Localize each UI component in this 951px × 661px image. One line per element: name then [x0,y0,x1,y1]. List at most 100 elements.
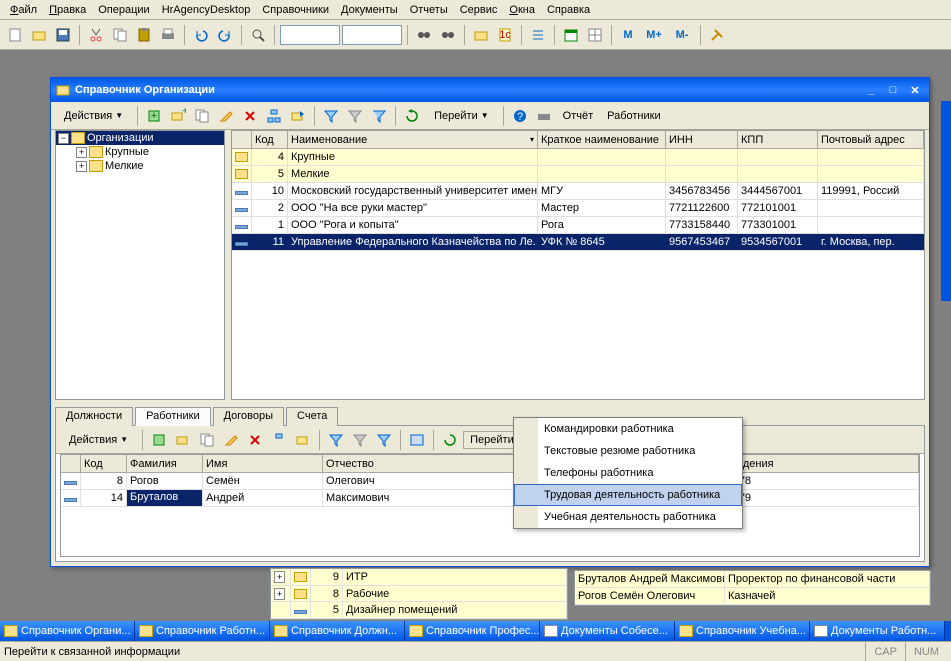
task-interview[interactable]: Документы Собесе... [540,621,675,641]
menu-work-activity[interactable]: Трудовая деятельность работника [514,484,742,506]
sub-filter-icon[interactable] [325,429,347,451]
combo-1[interactable] [280,25,340,45]
main-menu[interactable]: ФФайлайл Правка Операции HrAgencyDesktop… [0,0,951,20]
m-button[interactable]: M [617,24,639,46]
table-row[interactable]: 10Московский государственный университет… [232,183,924,200]
goto-context-menu[interactable]: Командировки работника Текстовые резюме … [513,417,743,529]
print-icon[interactable] [157,24,179,46]
delete-icon[interactable] [239,105,261,127]
menu-phones[interactable]: Телефоны работника [514,462,742,484]
task-pos[interactable]: Справочник Должн... [270,621,405,641]
employees-grid[interactable]: Код Фамилия Имя Отчество Дата рождения 8… [60,454,920,557]
col-addr[interactable]: Почтовый адрес [818,131,924,148]
employees-label[interactable]: Работники [601,110,666,122]
move-icon[interactable] [287,105,309,127]
help-icon[interactable]: ? [509,105,531,127]
maximize-button[interactable]: □ [883,82,903,98]
folder-tree-icon[interactable] [470,24,492,46]
menu-reports[interactable]: Отчеты [404,2,454,18]
calc-icon[interactable]: 1c [494,24,516,46]
sub-hierarchy-icon[interactable] [268,429,290,451]
col-fname[interactable]: Имя [203,455,323,472]
menu-resumes[interactable]: Текстовые резюме работника [514,440,742,462]
sub-filter-off-icon[interactable] [349,429,371,451]
list-icon[interactable] [527,24,549,46]
tree-big[interactable]: + Крупные [56,145,224,159]
collapse-icon[interactable]: − [58,133,69,144]
menu-trips[interactable]: Командировки работника [514,418,742,440]
hierarchy-icon[interactable] [263,105,285,127]
minimize-button[interactable]: _ [861,82,881,98]
sub-copy-icon[interactable] [196,429,218,451]
grid-icon[interactable] [584,24,606,46]
actions-button[interactable]: Действия▼ [55,107,132,125]
tree-small[interactable]: + Мелкие [56,159,224,173]
menu-edit[interactable]: Правка [43,2,92,18]
sub-select-icon[interactable] [406,429,428,451]
col-inn[interactable]: ИНН [666,131,738,148]
sub-add-group-icon[interactable] [172,429,194,451]
filter-by-icon[interactable] [368,105,390,127]
m-minus-button[interactable]: M- [669,24,695,46]
expand-icon[interactable]: + [274,571,285,583]
add-icon[interactable]: + [143,105,165,127]
table-row[interactable]: 2ООО "На все руки мастер"Мастер772112260… [232,200,924,217]
menu-ops[interactable]: Операции [92,2,155,18]
window-titlebar[interactable]: Справочник Организации _ □ ✕ [51,78,929,102]
expand-icon[interactable]: + [274,588,285,600]
menu-windows[interactable]: Окна [503,2,541,18]
menu-education[interactable]: Учебная деятельность работника [514,506,742,528]
org-grid[interactable]: Код Наименование▾ Краткое наименование И… [231,130,925,400]
col-lname[interactable]: Фамилия [127,455,203,472]
tab-contracts[interactable]: Договоры [213,407,284,426]
sub-filter-by-icon[interactable] [373,429,395,451]
close-button[interactable]: ✕ [905,82,925,98]
calendar-icon[interactable] [560,24,582,46]
table-row[interactable]: 11Управление Федерального Казначейства п… [232,234,924,251]
table-row[interactable]: 8РоговСемёнОлегович10.06.1978 [61,473,919,490]
filter-off-icon[interactable] [344,105,366,127]
refresh-icon[interactable] [401,105,423,127]
menu-docs[interactable]: Документы [335,2,404,18]
goto-button[interactable]: Перейти▼ [425,107,498,125]
expand-icon[interactable]: + [76,147,87,158]
m-plus-button[interactable]: M+ [641,24,667,46]
binoculars-icon[interactable] [413,24,435,46]
find-icon[interactable] [247,24,269,46]
menu-help[interactable]: Справка [541,2,596,18]
task-emp[interactable]: Справочник Работн... [135,621,270,641]
report-label[interactable]: Отчёт [557,110,599,122]
menu-service[interactable]: Сервис [454,2,504,18]
col-kpp[interactable]: КПП [738,131,818,148]
tab-employees[interactable]: Работники [135,407,210,426]
cut-icon[interactable] [85,24,107,46]
edit-icon[interactable] [215,105,237,127]
binoculars-next-icon[interactable] [437,24,459,46]
combo-2[interactable] [342,25,402,45]
tab-positions[interactable]: Должности [55,407,133,426]
col-short[interactable]: Краткое наименование [538,131,666,148]
task-empdocs[interactable]: Документы Работн... [810,621,945,641]
menu-hr[interactable]: HrAgencyDesktop [156,2,257,18]
expand-icon[interactable]: + [76,161,87,172]
menu-refs[interactable]: Справочники [256,2,335,18]
table-row[interactable]: 5Мелкие [232,166,924,183]
sub-move-icon[interactable] [292,429,314,451]
redo-icon[interactable] [214,24,236,46]
save-icon[interactable] [52,24,74,46]
table-row[interactable]: 4Крупные [232,149,924,166]
table-row[interactable]: 14БруталовАндрейМаксимович05.05.1979 [61,490,919,507]
copy-row-icon[interactable] [191,105,213,127]
col-emp-code[interactable]: Код [81,455,127,472]
col-name[interactable]: Наименование▾ [288,131,538,148]
sub-edit-icon[interactable] [220,429,242,451]
task-org[interactable]: Справочник Органи... [0,621,135,641]
sub-delete-icon[interactable] [244,429,266,451]
open-icon[interactable] [28,24,50,46]
menu-file[interactable]: ФФайлайл [4,2,43,18]
filter-icon[interactable] [320,105,342,127]
tree-root[interactable]: − Организации [56,131,224,145]
org-tree[interactable]: − Организации + Крупные + Мелки [55,130,225,400]
print-report-icon[interactable] [533,105,555,127]
copy-icon[interactable] [109,24,131,46]
